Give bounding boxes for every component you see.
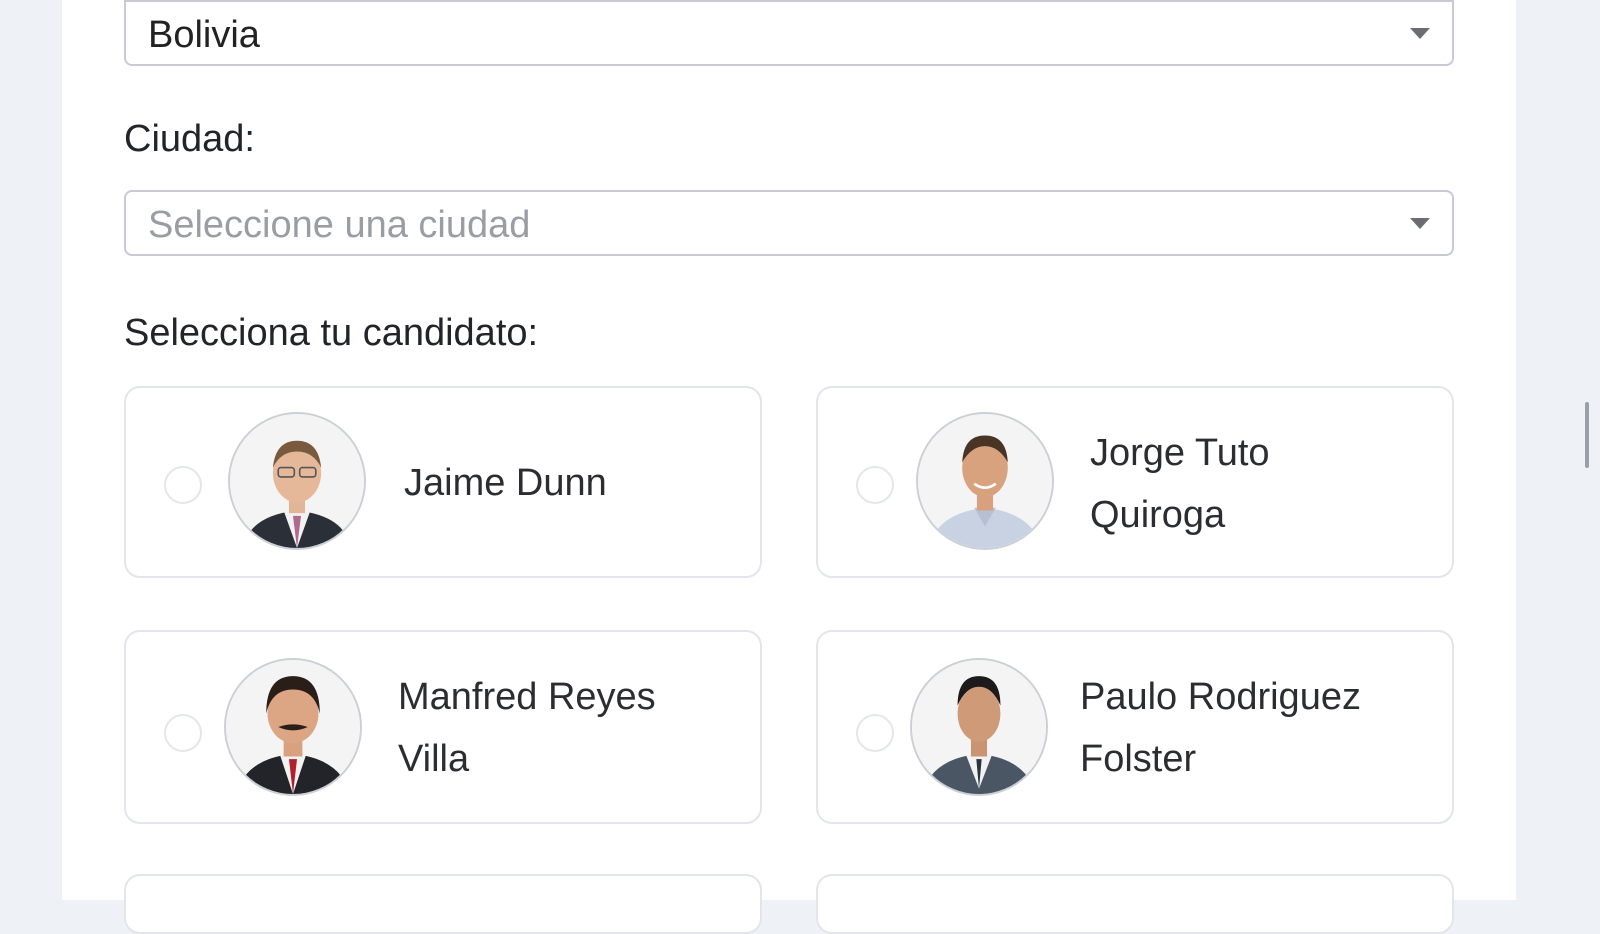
candidate-photo [228, 412, 366, 550]
candidate-option-partial[interactable] [124, 874, 762, 934]
radio-icon[interactable] [856, 466, 894, 504]
candidate-option-jaime-dunn[interactable]: Jaime Dunn [124, 386, 762, 578]
city-select-placeholder: Seleccione una ciudad [148, 204, 531, 246]
chevron-down-icon [1410, 218, 1430, 229]
candidate-name: Paulo Rodriguez Folster [1080, 676, 1361, 780]
country-select[interactable]: Bolivia [124, 0, 1454, 66]
candidate-option-jorge-tuto-quiroga[interactable]: Jorge Tuto Quiroga [816, 386, 1454, 578]
candidate-option-paulo-rodriguez-folster[interactable]: Paulo Rodriguez Folster [816, 630, 1454, 824]
candidate-option-partial[interactable] [816, 874, 1454, 934]
candidates-label: Selecciona tu candidato: [124, 312, 539, 354]
radio-icon[interactable] [164, 466, 202, 504]
country-select-value: Bolivia [148, 14, 260, 56]
chevron-down-icon [1410, 28, 1430, 39]
city-label: Ciudad: [124, 118, 255, 160]
radio-icon[interactable] [164, 714, 202, 752]
candidate-photo [910, 658, 1048, 796]
candidate-photo [916, 412, 1054, 550]
candidate-option-manfred-reyes-villa[interactable]: Manfred Reyes Villa [124, 630, 762, 824]
candidate-name: Jorge Tuto Quiroga [1090, 432, 1270, 536]
scrollbar-handle[interactable] [1585, 402, 1589, 468]
city-select[interactable]: Seleccione una ciudad [124, 190, 1454, 256]
candidate-name: Jaime Dunn [404, 462, 607, 504]
radio-icon[interactable] [856, 714, 894, 752]
candidate-photo [224, 658, 362, 796]
candidate-name: Manfred Reyes Villa [398, 676, 656, 780]
